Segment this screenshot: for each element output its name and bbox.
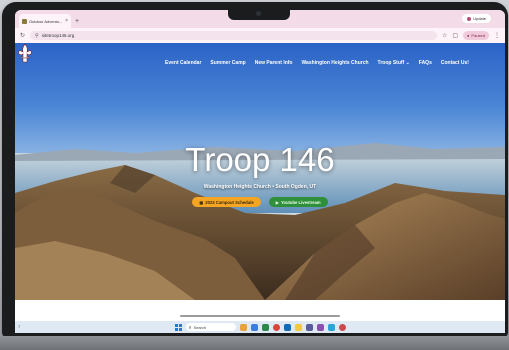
taskbar-app-icon[interactable] <box>338 323 346 331</box>
fleur-de-lis-logo[interactable] <box>15 43 35 63</box>
nav-event-calendar[interactable]: Event Calendar <box>165 60 201 66</box>
campout-schedule-label: 2023 Campout Schedule <box>205 199 254 205</box>
nav-faqs[interactable]: FAQs <box>419 60 432 66</box>
youtube-icon: ▶ <box>275 199 279 205</box>
taskbar-left-text: 7 <box>18 324 21 329</box>
cta-row: ▦ 2023 Campout Schedule ▶ Youtube Livest… <box>15 197 505 207</box>
youtube-livestream-button[interactable]: ▶ Youtube Livestream <box>268 197 328 207</box>
reload-icon[interactable]: ↻ <box>20 32 25 39</box>
nav-new-parent-info[interactable]: New Parent Info <box>255 60 293 66</box>
nav-contact-us[interactable]: Contact Us! <box>441 60 469 66</box>
taskbar-app-icon[interactable] <box>316 323 324 331</box>
windows-start-icon[interactable] <box>174 323 182 331</box>
youtube-livestream-label: Youtube Livestream <box>280 199 321 205</box>
tab-title: Outdoor Adventu... <box>29 18 63 24</box>
calendar-icon: ▦ <box>199 199 204 205</box>
taskbar-app-icon[interactable] <box>250 323 258 331</box>
chrome-icon[interactable] <box>272 323 280 331</box>
nav-washington-heights-church[interactable]: Washington Heights Church <box>302 60 369 66</box>
lock-icon: ⚲ <box>35 32 39 39</box>
hero-section: Event Calendar Summer Camp New Parent In… <box>15 43 505 300</box>
update-chip[interactable]: Update <box>462 14 491 23</box>
update-label: Update <box>473 16 486 21</box>
profile-avatar-icon: ● <box>467 33 470 38</box>
taskbar-app-icon[interactable] <box>305 323 313 331</box>
address-bar-row: ↻ ⚲ sitetroop146.org ☆ ▢ ● Paused ⋮ <box>15 28 505 43</box>
nav-troop-stuff[interactable]: Troop Stuff ⌄ <box>378 60 410 66</box>
sidepanel-icon[interactable]: ▢ <box>452 32 458 39</box>
url-text: sitetroop146.org <box>41 33 75 38</box>
taskbar-search-placeholder: Search <box>193 324 207 330</box>
menu-icon[interactable]: ⋮ <box>494 32 500 39</box>
page-content-area <box>15 300 505 321</box>
page-subtitle: Washington Heights Church • South Ogden,… <box>203 184 317 190</box>
edge-icon[interactable] <box>283 323 291 331</box>
taskbar-app-icon[interactable] <box>327 323 335 331</box>
taskbar-app-icon[interactable] <box>239 323 247 331</box>
paused-label: Paused <box>471 33 485 38</box>
paused-profile-button[interactable]: ● Paused <box>463 31 489 40</box>
camera-notch <box>228 8 290 20</box>
star-icon[interactable]: ☆ <box>442 32 447 39</box>
campout-schedule-button[interactable]: ▦ 2023 Campout Schedule <box>192 197 261 207</box>
browser-tab[interactable]: Outdoor Adventu... × <box>19 14 71 28</box>
taskbar-app-icon[interactable] <box>261 323 269 331</box>
camera-icon <box>256 11 261 16</box>
page-title: Troop 146 <box>185 141 335 178</box>
search-icon: ⚲ <box>188 324 192 330</box>
screen: Outdoor Adventu... × + Update ↻ ⚲ sitetr… <box>15 10 505 333</box>
taskbar-search[interactable]: ⚲ Search <box>185 323 236 331</box>
windows-taskbar: 7 ⚲ Search <box>15 321 505 333</box>
file-explorer-icon[interactable] <box>294 323 302 331</box>
horizontal-scrollbar[interactable] <box>180 315 340 317</box>
nav-summer-camp[interactable]: Summer Camp <box>210 60 245 66</box>
tab-favicon-icon <box>22 18 27 24</box>
url-field[interactable]: ⚲ sitetroop146.org <box>30 31 437 40</box>
new-tab-button[interactable]: + <box>75 18 79 25</box>
main-navigation: Event Calendar Summer Camp New Parent In… <box>165 60 469 66</box>
tab-close-icon[interactable]: × <box>65 18 68 24</box>
laptop-base <box>0 336 509 350</box>
profile-dot-icon <box>467 16 472 21</box>
